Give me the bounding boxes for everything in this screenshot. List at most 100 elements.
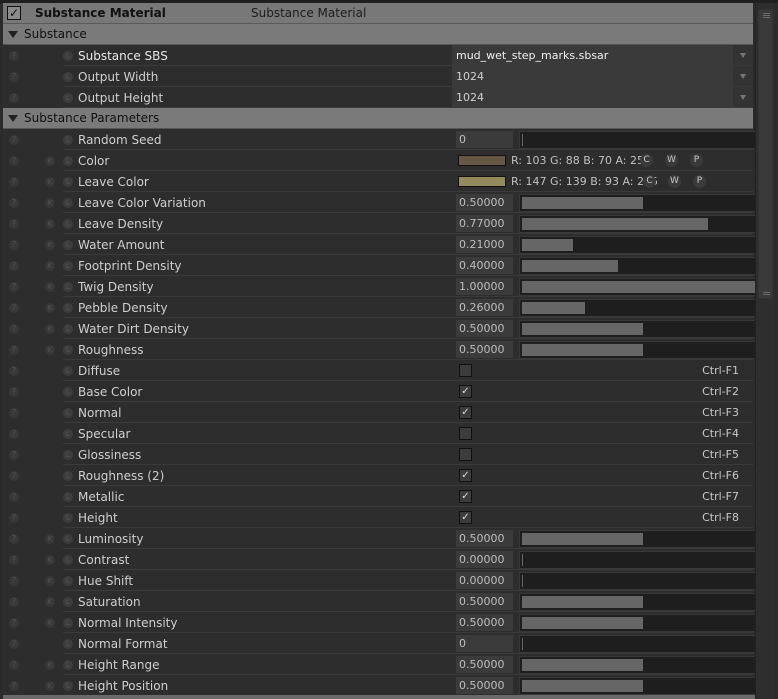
help-icon[interactable]: ? bbox=[9, 302, 19, 313]
value-slider[interactable] bbox=[519, 320, 766, 338]
value-field[interactable]: 0.50000 bbox=[456, 656, 513, 673]
link-icon[interactable]: L bbox=[63, 617, 73, 628]
help-icon[interactable]: ? bbox=[9, 155, 19, 166]
link-icon[interactable]: L bbox=[63, 575, 73, 586]
value-slider[interactable] bbox=[519, 593, 766, 611]
keyframe-icon[interactable]: K bbox=[45, 260, 55, 271]
help-icon[interactable]: ? bbox=[9, 449, 19, 460]
value-slider[interactable] bbox=[519, 551, 766, 569]
value-slider[interactable] bbox=[519, 194, 766, 212]
keyframe-icon[interactable]: K bbox=[45, 659, 55, 670]
section-substance[interactable]: Substance bbox=[3, 24, 753, 45]
slider-handle[interactable] bbox=[522, 134, 523, 146]
help-icon[interactable]: ? bbox=[9, 50, 19, 61]
help-icon[interactable]: ? bbox=[9, 554, 19, 565]
color-mode-p-button[interactable]: P bbox=[693, 175, 706, 188]
link-icon[interactable]: L bbox=[63, 638, 73, 649]
keyframe-icon[interactable]: K bbox=[45, 533, 55, 544]
link-icon[interactable]: L bbox=[63, 449, 73, 460]
value-dropdown[interactable]: 1024 bbox=[452, 87, 753, 107]
value-slider[interactable] bbox=[519, 656, 766, 674]
link-icon[interactable]: L bbox=[63, 512, 73, 523]
help-icon[interactable]: ? bbox=[9, 386, 19, 397]
help-icon[interactable]: ? bbox=[9, 197, 19, 208]
link-icon[interactable]: L bbox=[63, 344, 73, 355]
keyframe-icon[interactable]: K bbox=[45, 281, 55, 292]
value-slider[interactable] bbox=[519, 236, 766, 254]
help-icon[interactable]: ? bbox=[9, 596, 19, 607]
value-field[interactable]: 0.50000 bbox=[456, 341, 513, 358]
help-icon[interactable]: ? bbox=[9, 659, 19, 670]
link-icon[interactable]: L bbox=[63, 323, 73, 334]
help-icon[interactable]: ? bbox=[9, 260, 19, 271]
vertical-scrollbar[interactable] bbox=[755, 3, 775, 699]
help-icon[interactable]: ? bbox=[9, 428, 19, 439]
value-field[interactable]: 0.00000 bbox=[456, 551, 513, 568]
value-slider[interactable] bbox=[519, 677, 766, 695]
color-mode-p-button[interactable]: P bbox=[690, 154, 703, 167]
section-substance-parameters[interactable]: Substance Parameters bbox=[3, 108, 753, 129]
color-swatch[interactable] bbox=[458, 155, 506, 166]
help-icon[interactable]: ? bbox=[9, 323, 19, 334]
link-icon[interactable]: L bbox=[63, 50, 73, 61]
link-icon[interactable]: L bbox=[63, 92, 73, 103]
value-field[interactable]: 0.00000 bbox=[456, 572, 513, 589]
value-slider[interactable] bbox=[519, 635, 766, 653]
channel-checkbox[interactable]: ✓ bbox=[459, 511, 472, 524]
value-slider[interactable] bbox=[519, 257, 766, 275]
value-slider[interactable] bbox=[519, 131, 766, 149]
help-icon[interactable]: ? bbox=[9, 281, 19, 292]
link-icon[interactable]: L bbox=[63, 428, 73, 439]
link-icon[interactable]: L bbox=[63, 680, 73, 691]
material-enable-checkbox[interactable]: ✓ bbox=[7, 6, 21, 20]
link-icon[interactable]: L bbox=[63, 197, 73, 208]
color-swatch[interactable] bbox=[458, 176, 506, 187]
value-slider[interactable] bbox=[519, 614, 766, 632]
link-icon[interactable]: L bbox=[63, 239, 73, 250]
value-field[interactable]: 0.50000 bbox=[456, 320, 513, 337]
value-slider[interactable] bbox=[519, 341, 766, 359]
value-slider[interactable] bbox=[519, 215, 766, 233]
help-icon[interactable]: ? bbox=[9, 407, 19, 418]
value-field[interactable]: 0.40000 bbox=[456, 257, 513, 274]
keyframe-icon[interactable]: K bbox=[45, 344, 55, 355]
channel-checkbox[interactable] bbox=[459, 427, 472, 440]
channel-checkbox[interactable]: ✓ bbox=[459, 469, 472, 482]
color-mode-c-button[interactable]: C bbox=[643, 175, 656, 188]
help-icon[interactable]: ? bbox=[9, 218, 19, 229]
link-icon[interactable]: L bbox=[63, 71, 73, 82]
link-icon[interactable]: L bbox=[63, 470, 73, 481]
help-icon[interactable]: ? bbox=[9, 533, 19, 544]
keyframe-icon[interactable]: K bbox=[45, 218, 55, 229]
link-icon[interactable]: L bbox=[63, 302, 73, 313]
value-slider[interactable] bbox=[519, 530, 766, 548]
help-icon[interactable]: ? bbox=[9, 575, 19, 586]
value-field[interactable]: 0.50000 bbox=[456, 593, 513, 610]
keyframe-icon[interactable]: K bbox=[45, 155, 55, 166]
color-mode-w-button[interactable]: W bbox=[668, 175, 681, 188]
value-field[interactable]: 0.26000 bbox=[456, 299, 513, 316]
keyframe-icon[interactable]: K bbox=[45, 197, 55, 208]
value-slider[interactable] bbox=[519, 572, 766, 590]
channel-checkbox[interactable]: ✓ bbox=[459, 385, 472, 398]
help-icon[interactable]: ? bbox=[9, 470, 19, 481]
value-field[interactable]: 0.50000 bbox=[456, 677, 513, 694]
help-icon[interactable]: ? bbox=[9, 134, 19, 145]
help-icon[interactable]: ? bbox=[9, 176, 19, 187]
help-icon[interactable]: ? bbox=[9, 680, 19, 691]
value-field[interactable]: 0.21000 bbox=[456, 236, 513, 253]
help-icon[interactable]: ? bbox=[9, 512, 19, 523]
link-icon[interactable]: L bbox=[63, 281, 73, 292]
channel-checkbox[interactable] bbox=[459, 448, 472, 461]
link-icon[interactable]: L bbox=[63, 596, 73, 607]
color-mode-c-button[interactable]: C bbox=[640, 154, 653, 167]
keyframe-icon[interactable]: K bbox=[45, 617, 55, 628]
link-icon[interactable]: L bbox=[63, 491, 73, 502]
keyframe-icon[interactable]: K bbox=[45, 596, 55, 607]
help-icon[interactable]: ? bbox=[9, 92, 19, 103]
value-field[interactable]: 0 bbox=[456, 635, 513, 652]
help-icon[interactable]: ? bbox=[9, 365, 19, 376]
dropdown-button[interactable] bbox=[733, 87, 753, 107]
value-field[interactable]: 0.77000 bbox=[456, 215, 513, 232]
color-mode-w-button[interactable]: W bbox=[665, 154, 678, 167]
